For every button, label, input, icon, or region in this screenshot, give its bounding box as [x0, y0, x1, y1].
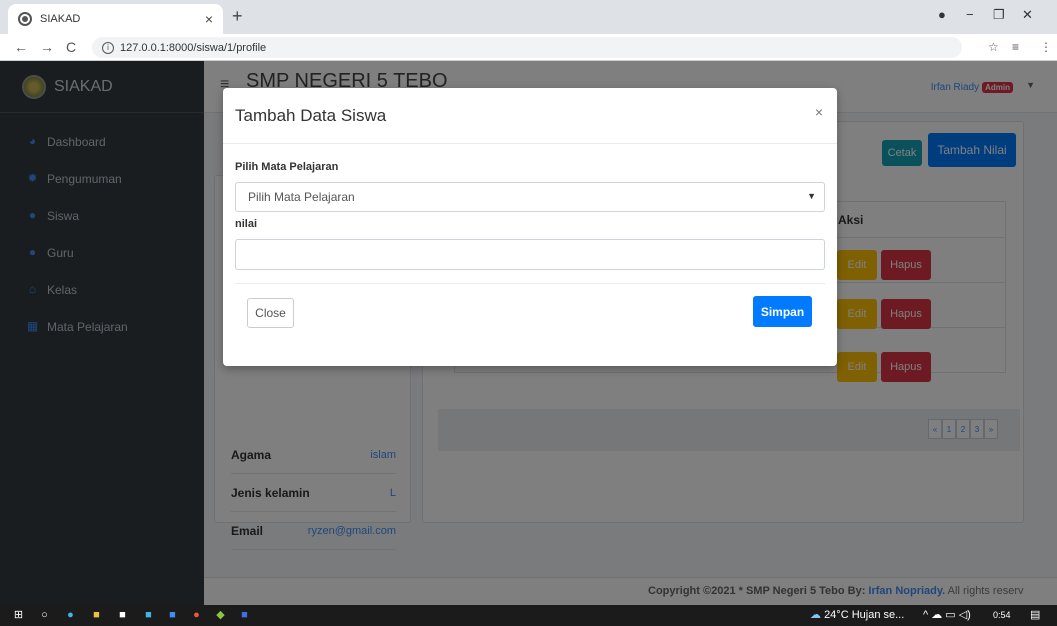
bookmark-star-icon[interactable]: ☆ — [988, 40, 999, 54]
edge-icon[interactable]: ● — [64, 609, 77, 622]
address-bar-row: ← → C i 127.0.0.1:8000/siswa/1/profile ☆… — [0, 34, 1057, 61]
info-icon[interactable]: i — [102, 41, 114, 54]
mail-icon[interactable]: ■ — [142, 609, 155, 622]
close-button[interactable]: Close — [247, 298, 294, 328]
browser-tab-bar: SIAKAD × + ● − ❐ ✕ — [0, 0, 1057, 34]
browser-tab[interactable]: SIAKAD × — [8, 4, 223, 34]
nilai-label: nilai — [235, 218, 258, 230]
windows-start-icon[interactable]: ⊞ — [12, 609, 25, 622]
reload-button[interactable]: C — [66, 39, 76, 55]
mapel-select-value: Pilih Mata Pelajaran — [248, 190, 355, 204]
modal-title: Tambah Data Siswa — [235, 106, 387, 125]
profile-dot-icon[interactable]: ● — [938, 7, 946, 22]
word-icon[interactable]: ■ — [238, 609, 251, 622]
folder-icon[interactable]: ■ — [90, 609, 103, 622]
mapel-select[interactable]: Pilih Mata Pelajaran ▼ — [235, 182, 825, 212]
simpan-button[interactable]: Simpan — [753, 296, 812, 327]
search-icon[interactable]: ○ — [38, 609, 51, 622]
back-button[interactable]: ← — [14, 39, 28, 55]
weather-text: 24°C Hujan se... — [824, 609, 905, 621]
url-text: 127.0.0.1:8000/siswa/1/profile — [120, 41, 267, 54]
reading-list-icon[interactable]: ≡ — [1012, 40, 1019, 54]
vscode-icon[interactable]: ◆ — [214, 609, 227, 622]
url-field[interactable]: i 127.0.0.1:8000/siswa/1/profile — [92, 37, 962, 58]
app-icon[interactable]: ■ — [166, 609, 179, 622]
tambah-data-modal: Tambah Data Siswa × Pilih Mata Pelajaran… — [223, 88, 837, 366]
forward-button[interactable]: → — [40, 39, 54, 55]
nilai-input[interactable] — [235, 239, 825, 270]
modal-footer-divider — [235, 283, 825, 284]
close-icon[interactable]: × — [815, 104, 823, 120]
modal-divider — [223, 143, 837, 144]
clock[interactable]: 0:54 — [993, 610, 1011, 620]
store-icon[interactable]: ■ — [116, 609, 129, 622]
chrome-icon[interactable]: ● — [190, 609, 203, 622]
browser-menu-icon[interactable]: ⋮ — [1040, 40, 1052, 54]
weather-icon: ☁ — [810, 609, 825, 621]
new-tab-button[interactable]: + — [232, 6, 243, 27]
tab-close-icon[interactable]: × — [205, 11, 213, 27]
window-close-button[interactable]: ✕ — [1022, 7, 1033, 23]
tab-title: SIAKAD — [40, 13, 81, 25]
minimize-button[interactable]: − — [966, 7, 974, 22]
maximize-button[interactable]: ❐ — [993, 7, 1005, 23]
weather-widget[interactable]: ☁ 24°C Hujan se... — [810, 608, 904, 621]
chevron-down-icon: ▼ — [807, 191, 816, 201]
globe-icon — [18, 12, 32, 26]
mapel-label: Pilih Mata Pelajaran — [235, 161, 339, 173]
notification-icon[interactable]: ▤ — [1030, 608, 1040, 621]
tray-icons[interactable]: ^ ☁ ▭ ◁) — [923, 608, 971, 621]
windows-taskbar: ⊞ ○ ● ■ ■ ■ ■ ● ◆ ■ ☁ 24°C Hujan se... ^… — [0, 605, 1057, 626]
